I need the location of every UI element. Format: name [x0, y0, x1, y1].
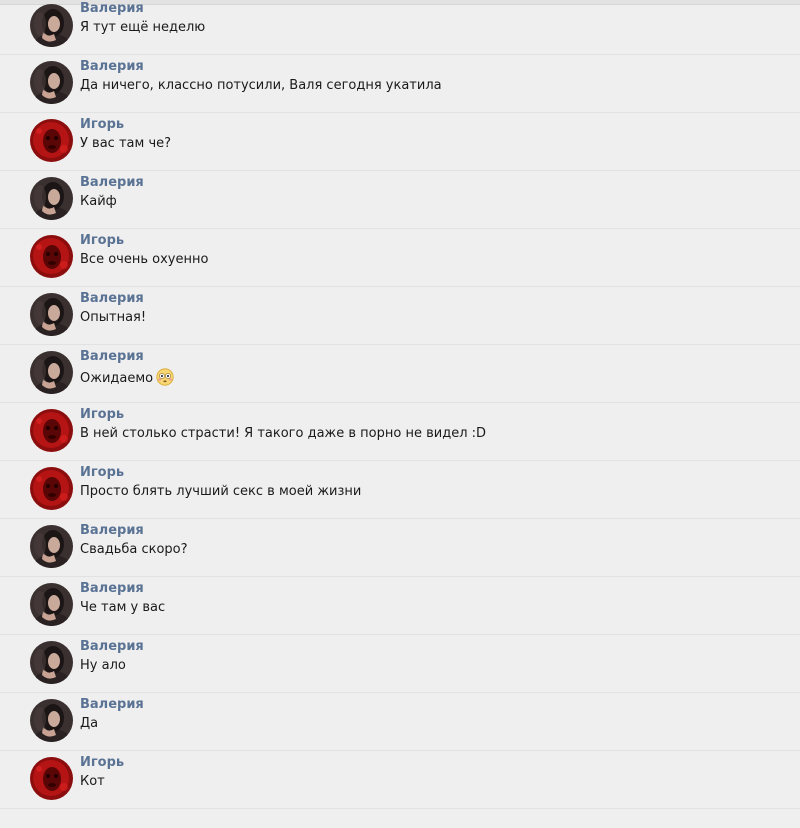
valeria-avatar[interactable] — [30, 4, 73, 47]
igor-avatar[interactable] — [30, 467, 73, 510]
message-author[interactable]: Валерия — [80, 581, 144, 597]
valeria-avatar[interactable] — [30, 641, 73, 684]
valeria-avatar[interactable] — [30, 293, 73, 336]
message-author[interactable]: Валерия — [80, 1, 144, 17]
message-author[interactable]: Игорь — [80, 465, 124, 481]
message-list: Валерия Я тут ещё неделю Валерия Да ниче… — [0, 0, 800, 809]
message-text: Опытная! — [80, 310, 147, 325]
message-text: Кайф — [80, 194, 117, 209]
message-item: Игорь В ней столько страсти! Я такого да… — [0, 403, 800, 461]
igor-avatar[interactable] — [30, 235, 73, 278]
message-text: Ну ало — [80, 658, 126, 673]
message-author[interactable]: Игорь — [80, 233, 124, 249]
message-text: Кот — [80, 774, 105, 789]
message-author[interactable]: Игорь — [80, 407, 124, 423]
valeria-avatar[interactable] — [30, 61, 73, 104]
message-text: В ней столько страсти! Я такого даже в п… — [80, 426, 487, 441]
message-item: Валерия Да ничего, классно потусили, Вал… — [0, 55, 800, 113]
message-item: Валерия Я тут ещё неделю — [0, 0, 800, 55]
message-author[interactable]: Валерия — [80, 639, 144, 655]
message-text-content: Ожидаемо — [80, 371, 154, 386]
message-text: Свадьба скоро? — [80, 542, 188, 557]
message-author[interactable]: Валерия — [80, 175, 144, 191]
message-item: Игорь Все очень охуенно — [0, 229, 800, 287]
valeria-avatar[interactable] — [30, 699, 73, 742]
message-text: Я тут ещё неделю — [80, 20, 206, 35]
message-text: Че там у вас — [80, 600, 166, 615]
valeria-avatar[interactable] — [30, 177, 73, 220]
message-author[interactable]: Игорь — [80, 117, 124, 133]
igor-avatar[interactable] — [30, 757, 73, 800]
message-text: Да — [80, 716, 99, 731]
message-author[interactable]: Валерия — [80, 697, 144, 713]
valeria-avatar[interactable] — [30, 525, 73, 568]
message-author[interactable]: Валерия — [80, 291, 144, 307]
message-author[interactable]: Валерия — [80, 349, 144, 365]
message-author[interactable]: Игорь — [80, 755, 124, 771]
message-item: Валерия Ну ало — [0, 635, 800, 693]
message-item: Валерия Опытная! — [0, 287, 800, 345]
igor-avatar[interactable] — [30, 409, 73, 452]
message-item: Валерия Ожидаемо — [0, 345, 800, 403]
message-item: Валерия Кайф — [0, 171, 800, 229]
igor-avatar[interactable] — [30, 119, 73, 162]
message-item: Валерия Да — [0, 693, 800, 751]
message-item: Игорь Просто блять лучший секс в моей жи… — [0, 461, 800, 519]
message-text: У вас там че? — [80, 136, 172, 151]
message-text: Ожидаемо — [80, 368, 174, 391]
message-text: Да ничего, классно потусили, Валя сегодн… — [80, 78, 442, 93]
flushed-face-icon — [156, 368, 174, 391]
valeria-avatar[interactable] — [30, 583, 73, 626]
message-text: Просто блять лучший секс в моей жизни — [80, 484, 362, 499]
message-item: Валерия Свадьба скоро? — [0, 519, 800, 577]
message-item: Игорь У вас там че? — [0, 113, 800, 171]
message-item: Игорь Кот — [0, 751, 800, 809]
valeria-avatar[interactable] — [30, 351, 73, 394]
message-author[interactable]: Валерия — [80, 59, 144, 75]
message-text: Все очень охуенно — [80, 252, 209, 267]
message-item: Валерия Че там у вас — [0, 577, 800, 635]
message-author[interactable]: Валерия — [80, 523, 144, 539]
